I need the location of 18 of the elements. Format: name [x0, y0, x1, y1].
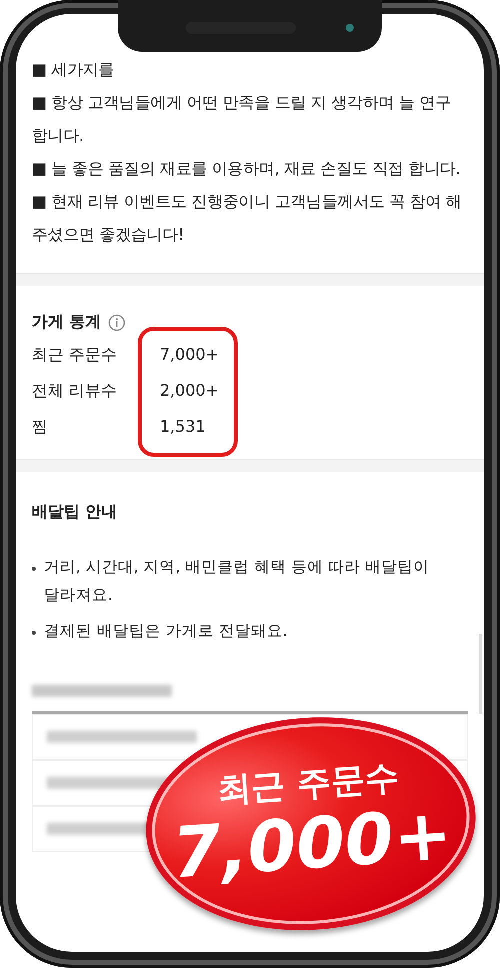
badge-label: 최근 주문수 [216, 758, 400, 810]
info-icon[interactable] [108, 314, 126, 332]
intro-paragraph: ■ 항상 고객님들에게 어떤 만족을 드릴 지 생각하며 늘 연구합니다. [32, 92, 452, 147]
bullet-dot [32, 631, 36, 635]
stat-label: 최근 주문수 [32, 344, 118, 366]
section-title: 배달팁 안내 [32, 502, 118, 523]
intro-paragraph: ■ 세가지를 [32, 59, 116, 81]
section-title: 가게 통계 [32, 312, 102, 333]
intro-paragraph: ■ 늘 좋은 품질의 재료를 이용하며, 재료 손질도 직접 합니다. [32, 158, 462, 180]
stat-value: 1,531 [160, 416, 206, 438]
bullet-dot [32, 567, 36, 571]
bullet-text: 결제된 배달팁은 가게로 전달돼요. [44, 621, 288, 642]
stat-value: 2,000+ [160, 380, 220, 402]
stat-label: 전체 리뷰수 [32, 380, 118, 402]
bullet-text: 거리, 시간대, 지역, 배민클럽 혜택 등에 따라 배달팁이 달라져요. [44, 557, 430, 606]
stat-label: 찜 [32, 416, 49, 438]
stat-value: 7,000+ [160, 344, 220, 366]
intro-paragraph: ■ 현재 리뷰 이벤트도 진행중이니 고객님들께서도 꼭 참여 해주셨으면 좋겠습니다! [32, 191, 463, 246]
